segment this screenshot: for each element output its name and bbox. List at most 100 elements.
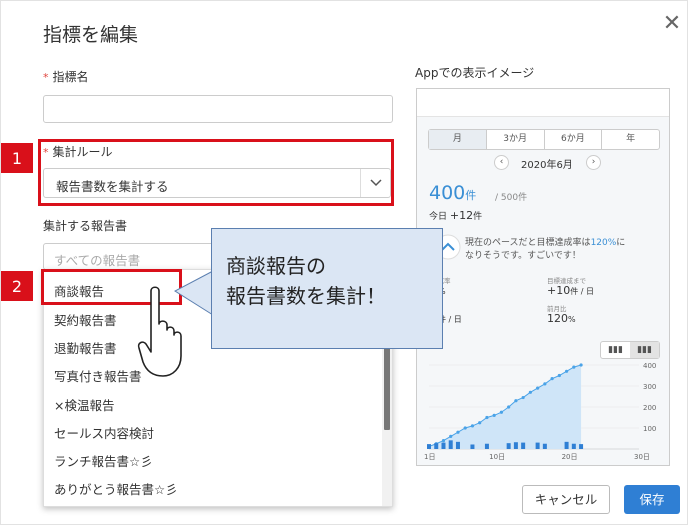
preview-header bbox=[417, 89, 669, 117]
daily-bar bbox=[448, 440, 453, 449]
daily-bar bbox=[571, 443, 576, 449]
cumulative-point bbox=[572, 365, 576, 369]
metric4-number: 120 bbox=[547, 312, 568, 325]
goal-value: / 500件 bbox=[495, 193, 528, 203]
preview-label: Appでの表示イメージ bbox=[415, 66, 535, 80]
dropdown-option[interactable]: 写真付き報告書 bbox=[54, 366, 142, 385]
step1-badge: 1 bbox=[1, 143, 33, 173]
cumulative-point bbox=[499, 410, 504, 414]
dropdown-option[interactable]: ありがとう報告書☆彡 bbox=[54, 479, 178, 498]
callout-box: 商談報告の 報告書数を集計！ bbox=[211, 228, 443, 349]
cumulative-point bbox=[564, 369, 569, 373]
cumulative-point bbox=[536, 386, 540, 390]
cumulative-point bbox=[456, 430, 460, 434]
metric2-value: +10件 / 日 bbox=[547, 284, 594, 297]
cumulative-point bbox=[557, 373, 561, 378]
metric-name-label-text: 指標名 bbox=[52, 70, 89, 84]
close-icon[interactable]: ✕ bbox=[661, 13, 683, 35]
save-button[interactable]: 保存 bbox=[624, 485, 680, 514]
tab-3-months[interactable]: 3か月 bbox=[487, 130, 545, 149]
today-value: +12 bbox=[449, 209, 474, 222]
daily-bar bbox=[579, 444, 584, 449]
edit-metric-dialog: 指標を編集 ✕ * 指標名 * 集計ルール 報告書数を集計する 1 集計する報告書 … bbox=[0, 0, 688, 525]
daily-bar bbox=[521, 442, 526, 449]
chart-type-bar-icon[interactable]: ▮▮▮ bbox=[601, 342, 630, 358]
message-text-end: に bbox=[616, 238, 626, 248]
metric2-unit: 件 / 日 bbox=[570, 287, 594, 296]
dropdown-option[interactable]: 契約報告書 bbox=[54, 310, 117, 329]
step1-highlight-box bbox=[38, 139, 394, 206]
daily-bar bbox=[506, 443, 511, 449]
dropdown-option[interactable]: セールス内容検討 bbox=[54, 423, 154, 442]
cumulative-point bbox=[528, 390, 532, 394]
current-month: 2020年6月 bbox=[521, 160, 573, 171]
step2-badge: 2 bbox=[1, 271, 33, 301]
callout-line2: 報告書数を集計！ bbox=[226, 284, 386, 308]
cumulative-point bbox=[514, 399, 518, 403]
dropdown-option[interactable]: 退勤報告書 bbox=[54, 338, 117, 357]
target-reports-placeholder: すべての報告書 bbox=[54, 253, 141, 268]
today-count: 今日 +12件 bbox=[429, 209, 482, 222]
app-preview-panel: 月 3か月 6か月 年 ‹ 2020年6月 › 400件 / 500件 今日 +… bbox=[416, 88, 670, 466]
count-value: 400 bbox=[429, 182, 466, 204]
daily-bar bbox=[441, 442, 446, 449]
dialog-title: 指標を編集 bbox=[43, 24, 139, 46]
scrollbar-thumb[interactable] bbox=[384, 345, 390, 430]
message-rate: 120% bbox=[590, 238, 617, 248]
message-line2: なりそうです。すごいです！ bbox=[465, 251, 581, 261]
chart-type-column-icon[interactable]: ▮▮▮ bbox=[630, 342, 659, 358]
prev-month-icon[interactable]: ‹ bbox=[494, 155, 509, 170]
cumulative-point bbox=[470, 424, 475, 428]
y-tick-label: 200 bbox=[643, 404, 656, 412]
daily-bar bbox=[470, 444, 475, 449]
tab-6-months[interactable]: 6か月 bbox=[545, 130, 603, 149]
daily-bar bbox=[455, 441, 460, 449]
cancel-button[interactable]: キャンセル bbox=[522, 485, 610, 514]
cumulative-point bbox=[478, 421, 482, 425]
cumulative-point bbox=[463, 426, 467, 430]
y-tick-label: 100 bbox=[643, 425, 656, 433]
daily-bar bbox=[427, 444, 431, 449]
cumulative-point bbox=[521, 395, 525, 400]
daily-bar bbox=[542, 443, 547, 449]
x-tick-label: 20日 bbox=[562, 453, 578, 461]
today-label: 今日 bbox=[429, 212, 448, 222]
today-unit: 件 bbox=[473, 212, 483, 222]
metric-name-label: * 指標名 bbox=[43, 68, 89, 85]
daily-bar bbox=[535, 442, 540, 449]
progress-chart: 400 300 200 100 1日 10日 20日 30日 bbox=[424, 362, 656, 461]
daily-bar bbox=[564, 441, 569, 449]
cumulative-point bbox=[441, 439, 446, 443]
target-reports-label: 集計する報告書 bbox=[43, 219, 128, 233]
callout-line1: 商談報告の bbox=[226, 254, 326, 278]
x-tick-label: 10日 bbox=[489, 453, 505, 461]
cumulative-point bbox=[449, 434, 453, 438]
metric-name-input[interactable] bbox=[43, 95, 393, 123]
period-tabs: 月 3か月 6か月 年 bbox=[428, 129, 660, 150]
x-tick-label: 1日 bbox=[424, 453, 435, 461]
daily-bar bbox=[513, 442, 518, 449]
metric2-number: +10 bbox=[547, 284, 571, 297]
y-tick-label: 400 bbox=[643, 362, 656, 370]
cumulative-point bbox=[579, 363, 583, 367]
dropdown-option[interactable]: ランチ報告書☆彡 bbox=[54, 451, 153, 470]
tab-year[interactable]: 年 bbox=[602, 130, 659, 149]
daily-bar bbox=[484, 443, 489, 449]
tab-month[interactable]: 月 bbox=[429, 130, 487, 149]
message-text: 現在のペースだと目標達成率は bbox=[465, 238, 591, 248]
cumulative-point bbox=[550, 377, 554, 381]
daily-bar bbox=[434, 443, 439, 449]
count-unit: 件 bbox=[465, 189, 477, 202]
metric4-unit: % bbox=[568, 315, 576, 324]
metric4-value: 120% bbox=[547, 312, 576, 325]
total-count: 400件 bbox=[429, 182, 476, 204]
hand-pointer-icon bbox=[137, 286, 182, 377]
next-month-icon[interactable]: › bbox=[586, 155, 601, 170]
cumulative-point bbox=[507, 405, 511, 409]
x-tick-label: 30日 bbox=[634, 453, 650, 461]
y-tick-label: 300 bbox=[643, 383, 656, 391]
required-mark: * bbox=[43, 71, 49, 84]
cumulative-point bbox=[485, 415, 489, 420]
cumulative-point bbox=[543, 382, 547, 386]
dropdown-option[interactable]: ×検温報告 bbox=[54, 395, 114, 414]
